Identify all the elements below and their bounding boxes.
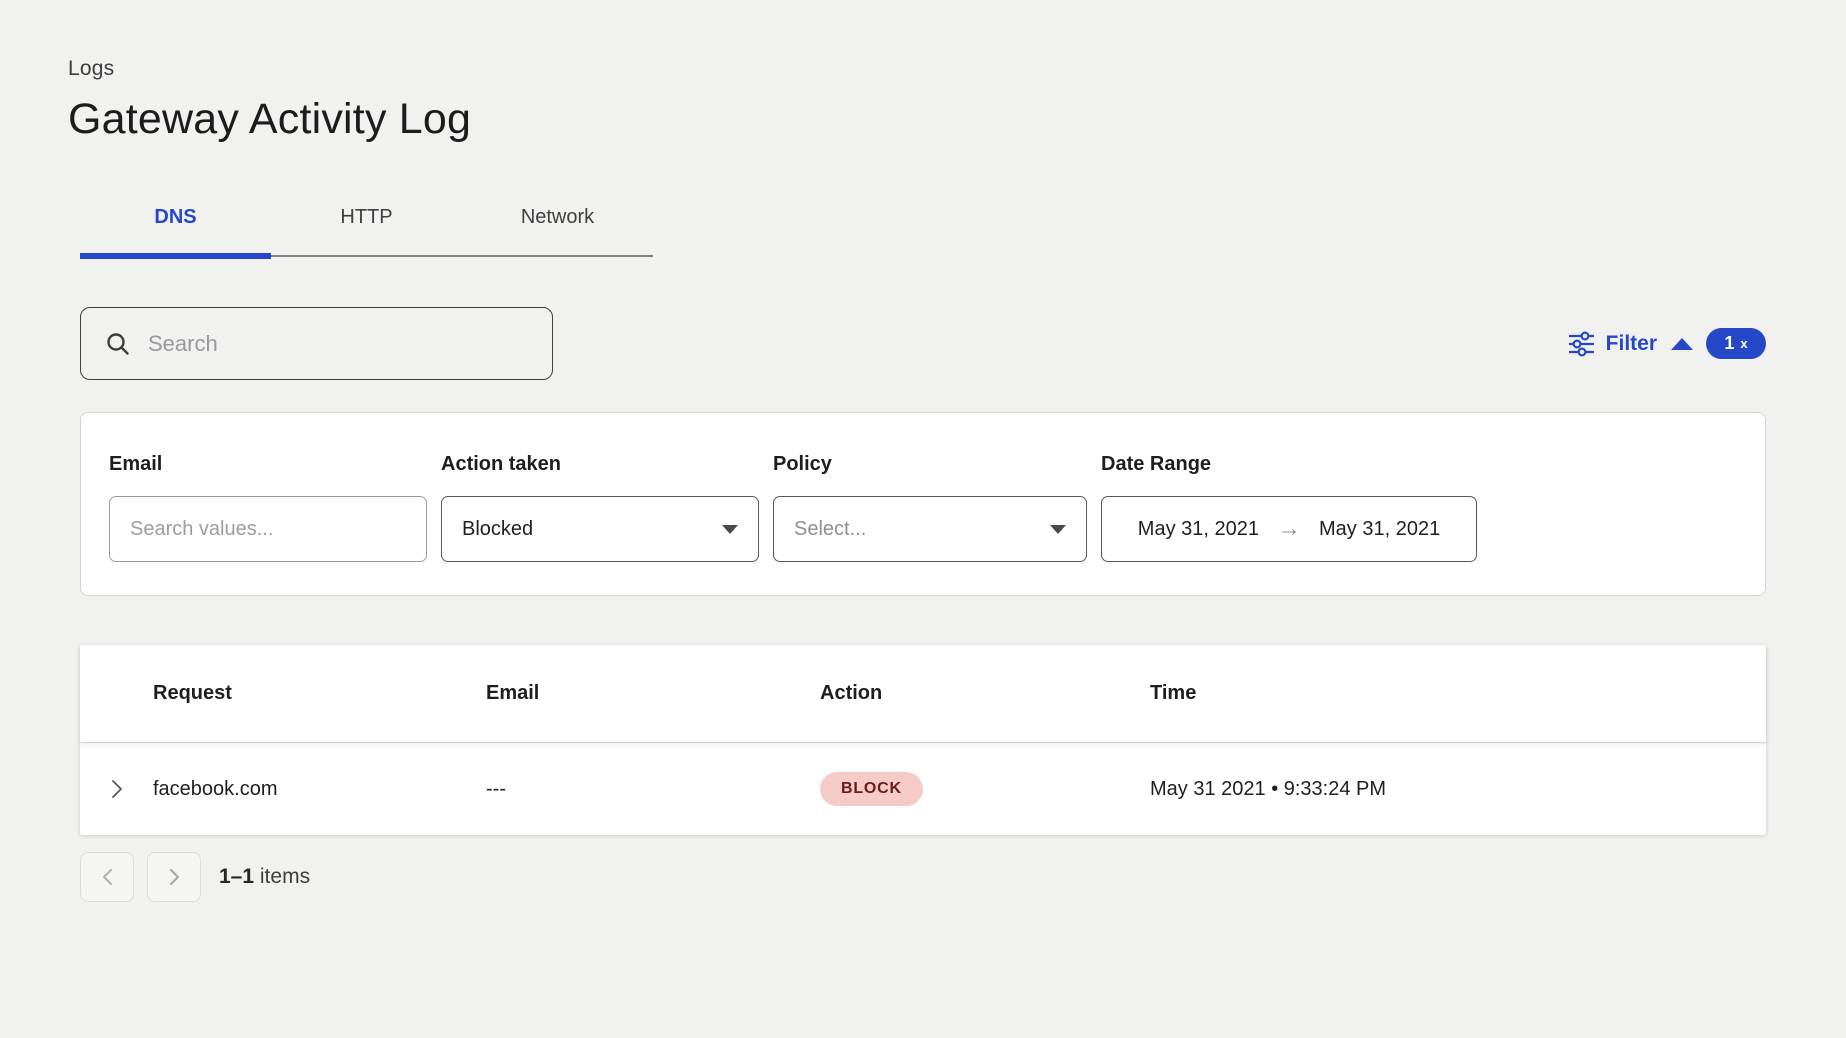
- filter-count-badge[interactable]: 1 x: [1706, 328, 1766, 359]
- previous-page-button[interactable]: [80, 852, 134, 902]
- filter-label: Filter: [1606, 332, 1657, 356]
- action-taken-label: Action taken: [441, 453, 759, 476]
- items-range: 1–1: [219, 865, 254, 888]
- pagination: 1–1 items: [80, 852, 1846, 902]
- request-cell: facebook.com: [153, 778, 486, 801]
- email-filter-field: Email: [109, 453, 427, 595]
- log-type-tabs: DNS HTTP Network: [80, 206, 653, 257]
- filter-toggle-button[interactable]: Filter: [1568, 330, 1693, 358]
- search-icon: [105, 331, 131, 357]
- filter-panel: Email Action taken Blocked Policy Select…: [80, 412, 1766, 596]
- activity-log-table: Request Email Action Time facebook.com -…: [80, 645, 1766, 835]
- items-label: items: [260, 865, 310, 888]
- email-cell: ---: [486, 778, 820, 801]
- chevron-right-icon: [111, 779, 123, 799]
- action-cell: BLOCK: [820, 772, 1150, 806]
- date-range-picker[interactable]: May 31, 2021 → May 31, 2021: [1101, 496, 1477, 562]
- time-cell: May 31 2021 • 9:33:24 PM: [1150, 778, 1766, 801]
- page-header: Logs Gateway Activity Log: [0, 0, 1846, 144]
- search-input[interactable]: [148, 308, 552, 379]
- items-count: 1–1 items: [219, 865, 310, 889]
- column-header-request: Request: [153, 682, 486, 705]
- column-header-time: Time: [1150, 682, 1766, 705]
- chevron-down-icon: [1050, 525, 1066, 534]
- next-page-button[interactable]: [147, 852, 201, 902]
- arrow-right-icon: →: [1277, 517, 1301, 541]
- page-title: Gateway Activity Log: [68, 95, 1846, 144]
- block-action-badge: BLOCK: [820, 772, 923, 806]
- tab-network[interactable]: Network: [462, 206, 653, 255]
- table-header-row: Request Email Action Time: [80, 645, 1766, 742]
- gateway-activity-log-page: Logs Gateway Activity Log DNS HTTP Netwo…: [0, 0, 1846, 1038]
- chevron-down-icon: [722, 525, 738, 534]
- column-header-action: Action: [820, 682, 1150, 705]
- search-box[interactable]: [80, 307, 553, 380]
- tab-dns[interactable]: DNS: [80, 206, 271, 255]
- policy-filter-field: Policy Select...: [773, 453, 1087, 595]
- date-range-end: May 31, 2021: [1319, 518, 1440, 541]
- table-row[interactable]: facebook.com --- BLOCK May 31 2021 • 9:3…: [80, 742, 1766, 835]
- email-filter-label: Email: [109, 453, 427, 476]
- filter-controls: Filter 1 x: [1568, 328, 1766, 359]
- tab-http[interactable]: HTTP: [271, 206, 462, 255]
- toolbar: Filter 1 x: [80, 307, 1766, 380]
- clear-filter-x: x: [1740, 336, 1747, 351]
- policy-select[interactable]: Select...: [773, 496, 1087, 562]
- filter-count: 1: [1724, 333, 1734, 354]
- row-expander-button[interactable]: [80, 743, 153, 835]
- column-header-email: Email: [486, 682, 820, 705]
- date-range-filter-field: Date Range May 31, 2021 → May 31, 2021: [1101, 453, 1477, 595]
- chevron-right-icon: [169, 868, 180, 886]
- action-taken-select[interactable]: Blocked: [441, 496, 759, 562]
- date-range-start: May 31, 2021: [1138, 518, 1259, 541]
- date-range-label: Date Range: [1101, 453, 1477, 476]
- collapse-up-icon: [1671, 338, 1693, 350]
- policy-label: Policy: [773, 453, 1087, 476]
- email-filter-input[interactable]: [109, 496, 427, 562]
- action-taken-filter-field: Action taken Blocked: [441, 453, 759, 595]
- filter-sliders-icon: [1568, 330, 1595, 358]
- breadcrumb: Logs: [68, 57, 1846, 81]
- action-taken-value: Blocked: [462, 518, 533, 541]
- policy-value: Select...: [794, 518, 866, 541]
- chevron-left-icon: [102, 868, 113, 886]
